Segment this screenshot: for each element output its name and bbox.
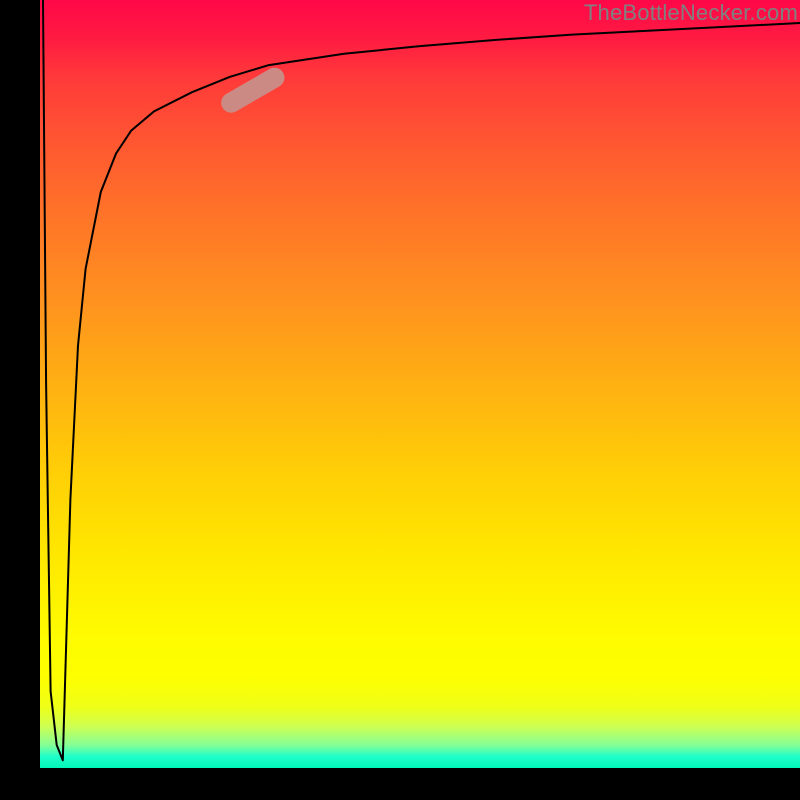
y-axis-bar (0, 0, 40, 768)
highlight-marker (217, 64, 288, 116)
chart-container: TheBottleNecker.com (0, 0, 800, 800)
watermark-text: TheBottleNecker.com (582, 0, 800, 26)
x-axis-bar (0, 768, 800, 800)
plot-area: TheBottleNecker.com (40, 0, 800, 768)
curve-layer (40, 0, 800, 768)
data-curve (43, 0, 800, 760)
